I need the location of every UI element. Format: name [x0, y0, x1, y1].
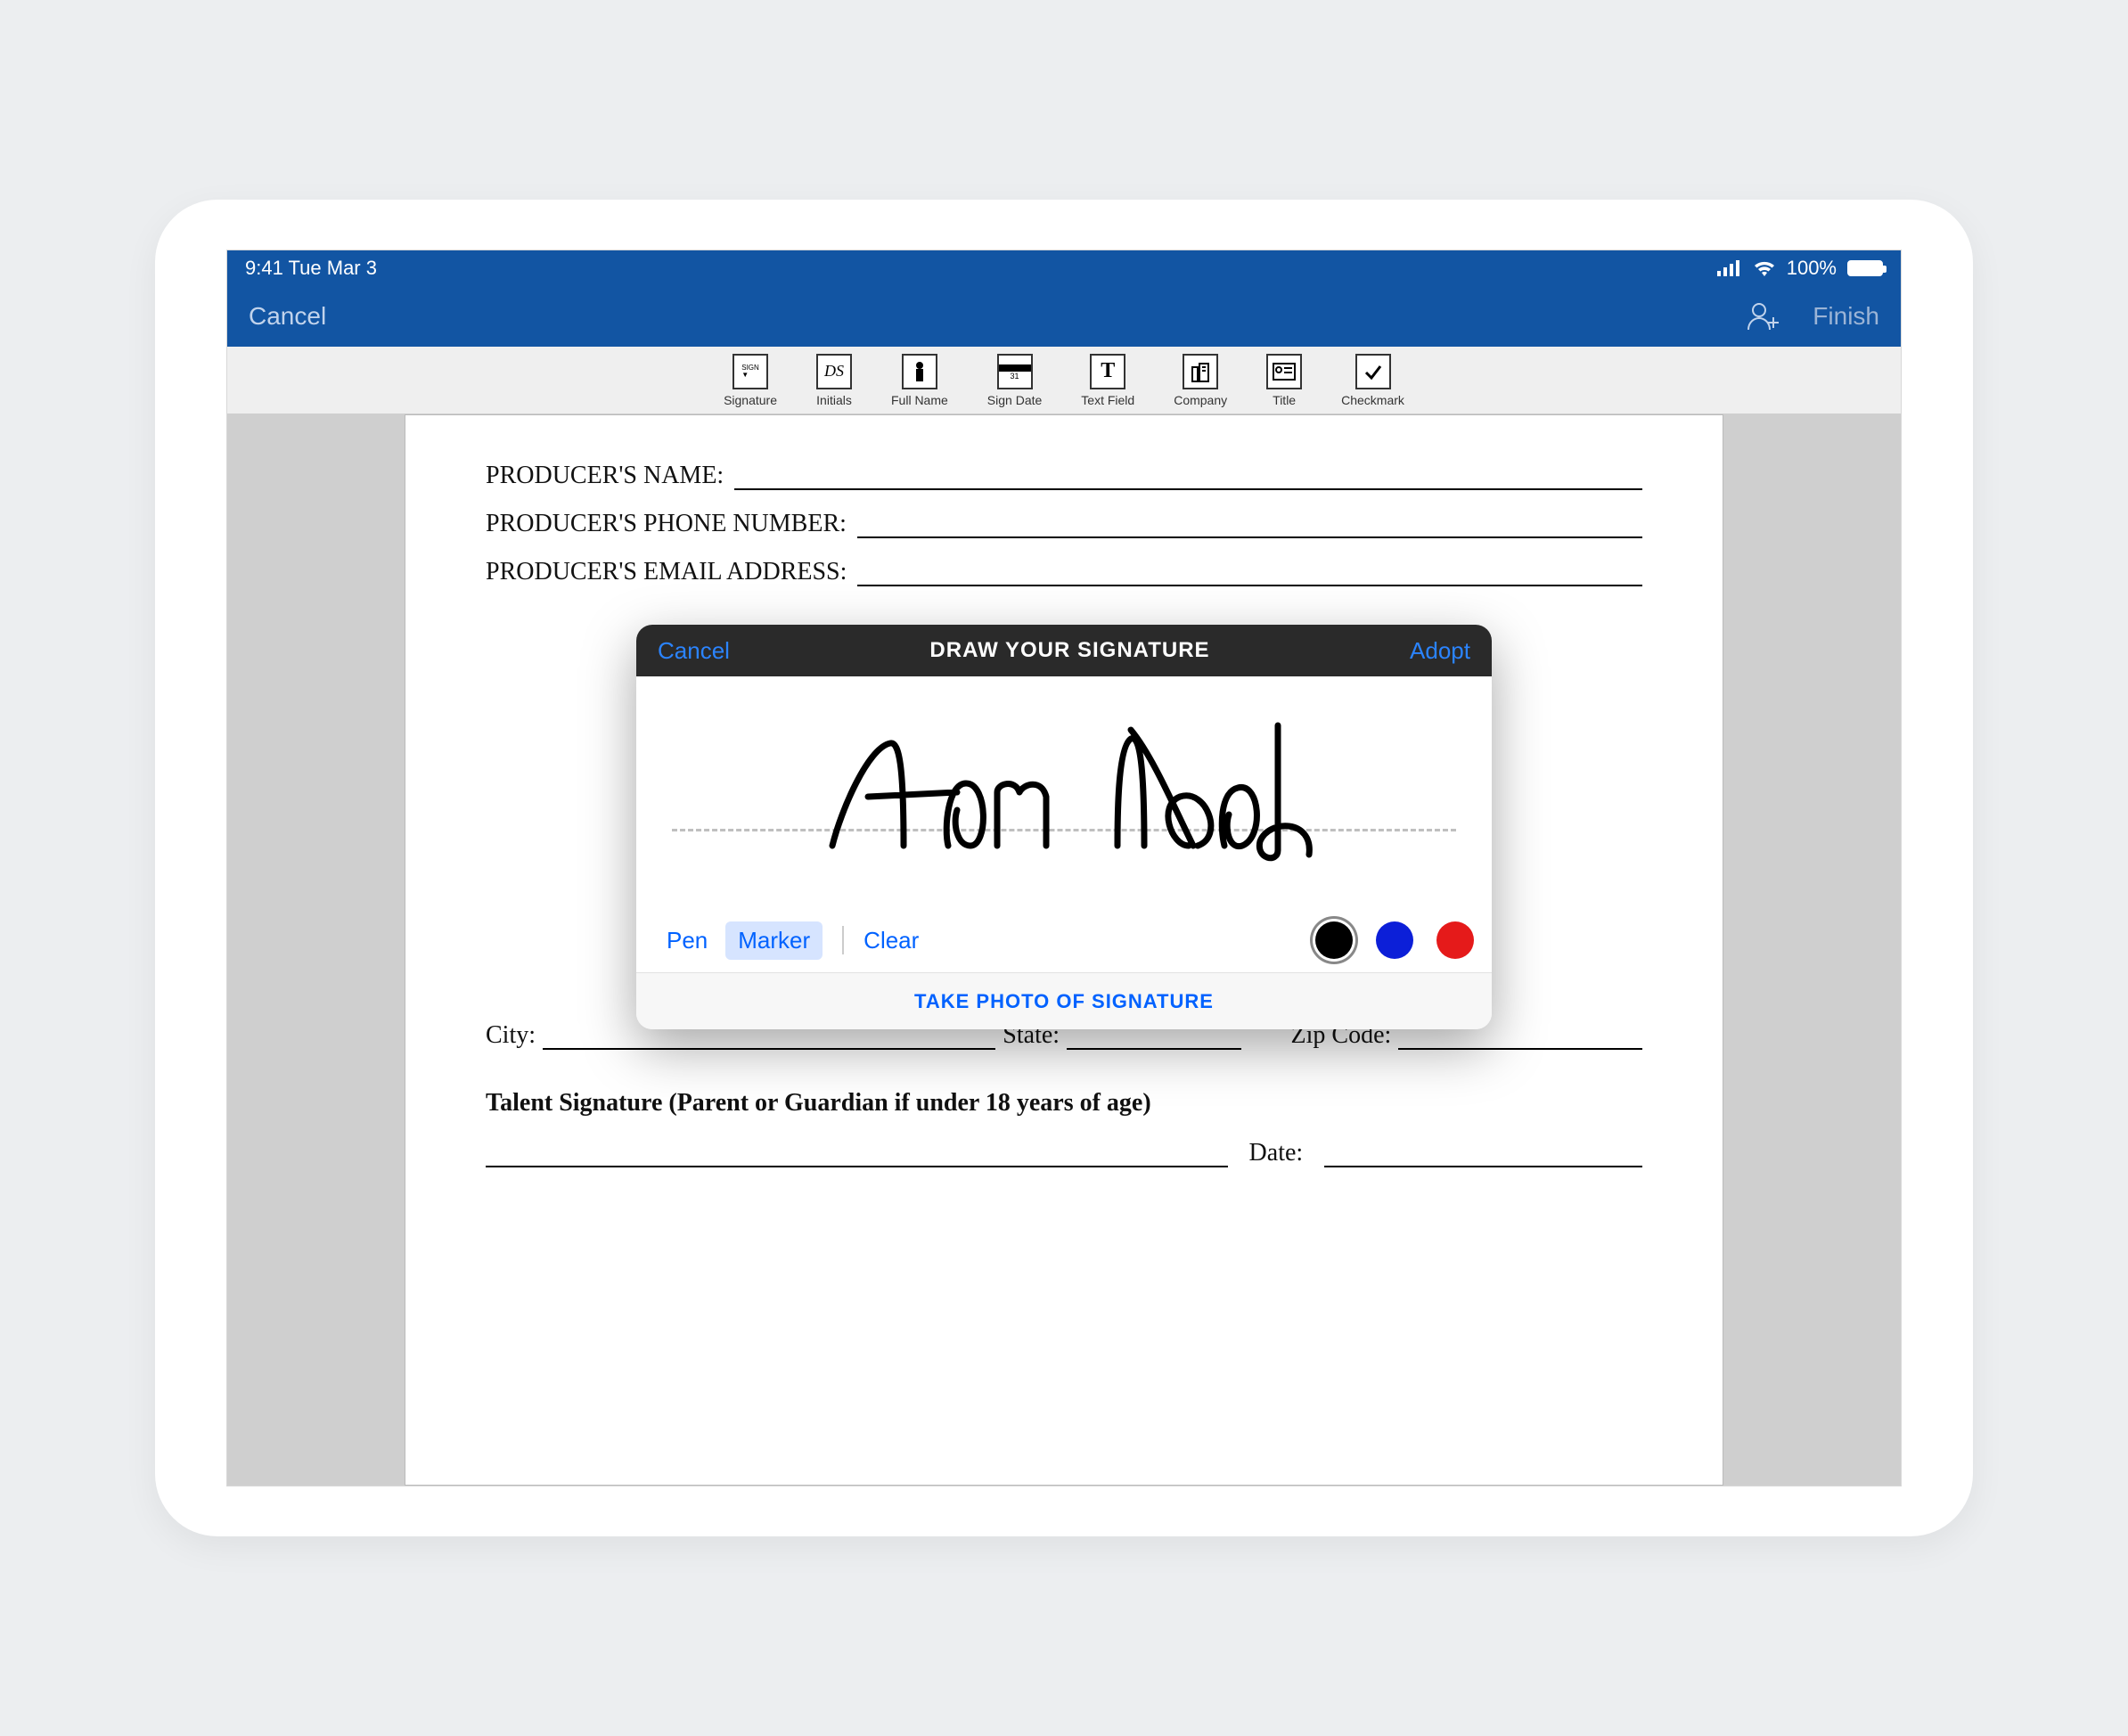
status-time: 9:41 Tue Mar 3 — [245, 257, 377, 280]
field-label-producer-name: PRODUCER'S NAME: — [486, 462, 724, 490]
tool-label: Company — [1174, 393, 1227, 407]
signature-modal-header: Cancel DRAW YOUR SIGNATURE Adopt — [636, 625, 1492, 676]
field-label-producer-phone: PRODUCER'S PHONE NUMBER: — [486, 510, 847, 538]
tool-divider — [842, 926, 844, 954]
signature-modal-title: DRAW YOUR SIGNATURE — [730, 638, 1410, 663]
signature-cancel-button[interactable]: Cancel — [658, 637, 730, 665]
tool-signature[interactable]: SIGN▼ Signature — [724, 354, 777, 407]
tool-checkmark[interactable]: Checkmark — [1341, 354, 1404, 407]
take-photo-button[interactable]: TAKE PHOTO OF SIGNATURE — [636, 972, 1492, 1029]
date-line[interactable] — [1324, 1142, 1642, 1167]
text-icon: T — [1090, 354, 1125, 389]
tool-initials[interactable]: DS Initials — [816, 354, 852, 407]
tool-label: Initials — [816, 393, 852, 407]
field-line[interactable] — [857, 513, 1642, 538]
field-line[interactable] — [857, 561, 1642, 586]
tool-textfield[interactable]: T Text Field — [1081, 354, 1134, 407]
tool-label: Title — [1273, 393, 1296, 407]
battery-percent: 100% — [1787, 257, 1837, 280]
building-icon — [1183, 354, 1218, 389]
color-swatches — [1315, 921, 1474, 959]
field-line[interactable] — [734, 465, 1642, 490]
signature-icon: SIGN▼ — [733, 354, 768, 389]
tool-label: Checkmark — [1341, 393, 1404, 407]
tablet-frame: 9:41 Tue Mar 3 100% Cancel — [155, 200, 1973, 1536]
status-right: 100% — [1717, 257, 1883, 280]
signature-adopt-button[interactable]: Adopt — [1410, 637, 1470, 665]
clear-button[interactable]: Clear — [863, 927, 919, 954]
tool-label: Signature — [724, 393, 777, 407]
pen-tool-button[interactable]: Pen — [654, 921, 720, 960]
color-swatch-black[interactable] — [1315, 921, 1353, 959]
title-icon — [1266, 354, 1302, 389]
field-label-producer-email: PRODUCER'S EMAIL ADDRESS: — [486, 558, 847, 586]
field-toolbar: SIGN▼ Signature DS Initials Full Name 31… — [227, 347, 1901, 414]
tool-signdate[interactable]: 31 Sign Date — [987, 354, 1042, 407]
signature-modal: Cancel DRAW YOUR SIGNATURE Adopt Pen Mar… — [636, 625, 1492, 1029]
signature-drawing — [636, 676, 1492, 908]
field-label-date: Date: — [1249, 1139, 1304, 1167]
signature-instruction: Talent Signature (Parent or Guardian if … — [486, 1089, 1642, 1118]
tool-label: Text Field — [1081, 393, 1134, 407]
signature-tools: Pen Marker Clear — [636, 908, 1492, 972]
checkmark-icon — [1355, 354, 1391, 389]
tool-label: Sign Date — [987, 393, 1042, 407]
wifi-icon — [1753, 260, 1776, 276]
tool-company[interactable]: Company — [1174, 354, 1227, 407]
nav-bar: Cancel Finish — [227, 286, 1901, 347]
field-label-city: City: — [486, 1021, 536, 1050]
cellular-signal-icon — [1717, 260, 1742, 276]
color-swatch-red[interactable] — [1436, 921, 1474, 959]
app-screen: 9:41 Tue Mar 3 100% Cancel — [226, 250, 1902, 1486]
tool-fullname[interactable]: Full Name — [891, 354, 948, 407]
tool-title[interactable]: Title — [1266, 354, 1302, 407]
person-icon — [902, 354, 937, 389]
signature-line[interactable] — [486, 1142, 1228, 1167]
add-signer-icon[interactable] — [1747, 301, 1780, 332]
cancel-button[interactable]: Cancel — [249, 302, 326, 331]
signature-canvas[interactable] — [636, 676, 1492, 908]
calendar-icon: 31 — [997, 354, 1033, 389]
finish-button[interactable]: Finish — [1813, 302, 1879, 331]
color-swatch-blue[interactable] — [1376, 921, 1413, 959]
tool-label: Full Name — [891, 393, 948, 407]
marker-tool-button[interactable]: Marker — [725, 921, 823, 960]
status-bar: 9:41 Tue Mar 3 100% — [227, 250, 1901, 286]
battery-icon — [1847, 260, 1883, 276]
initials-icon: DS — [816, 354, 852, 389]
